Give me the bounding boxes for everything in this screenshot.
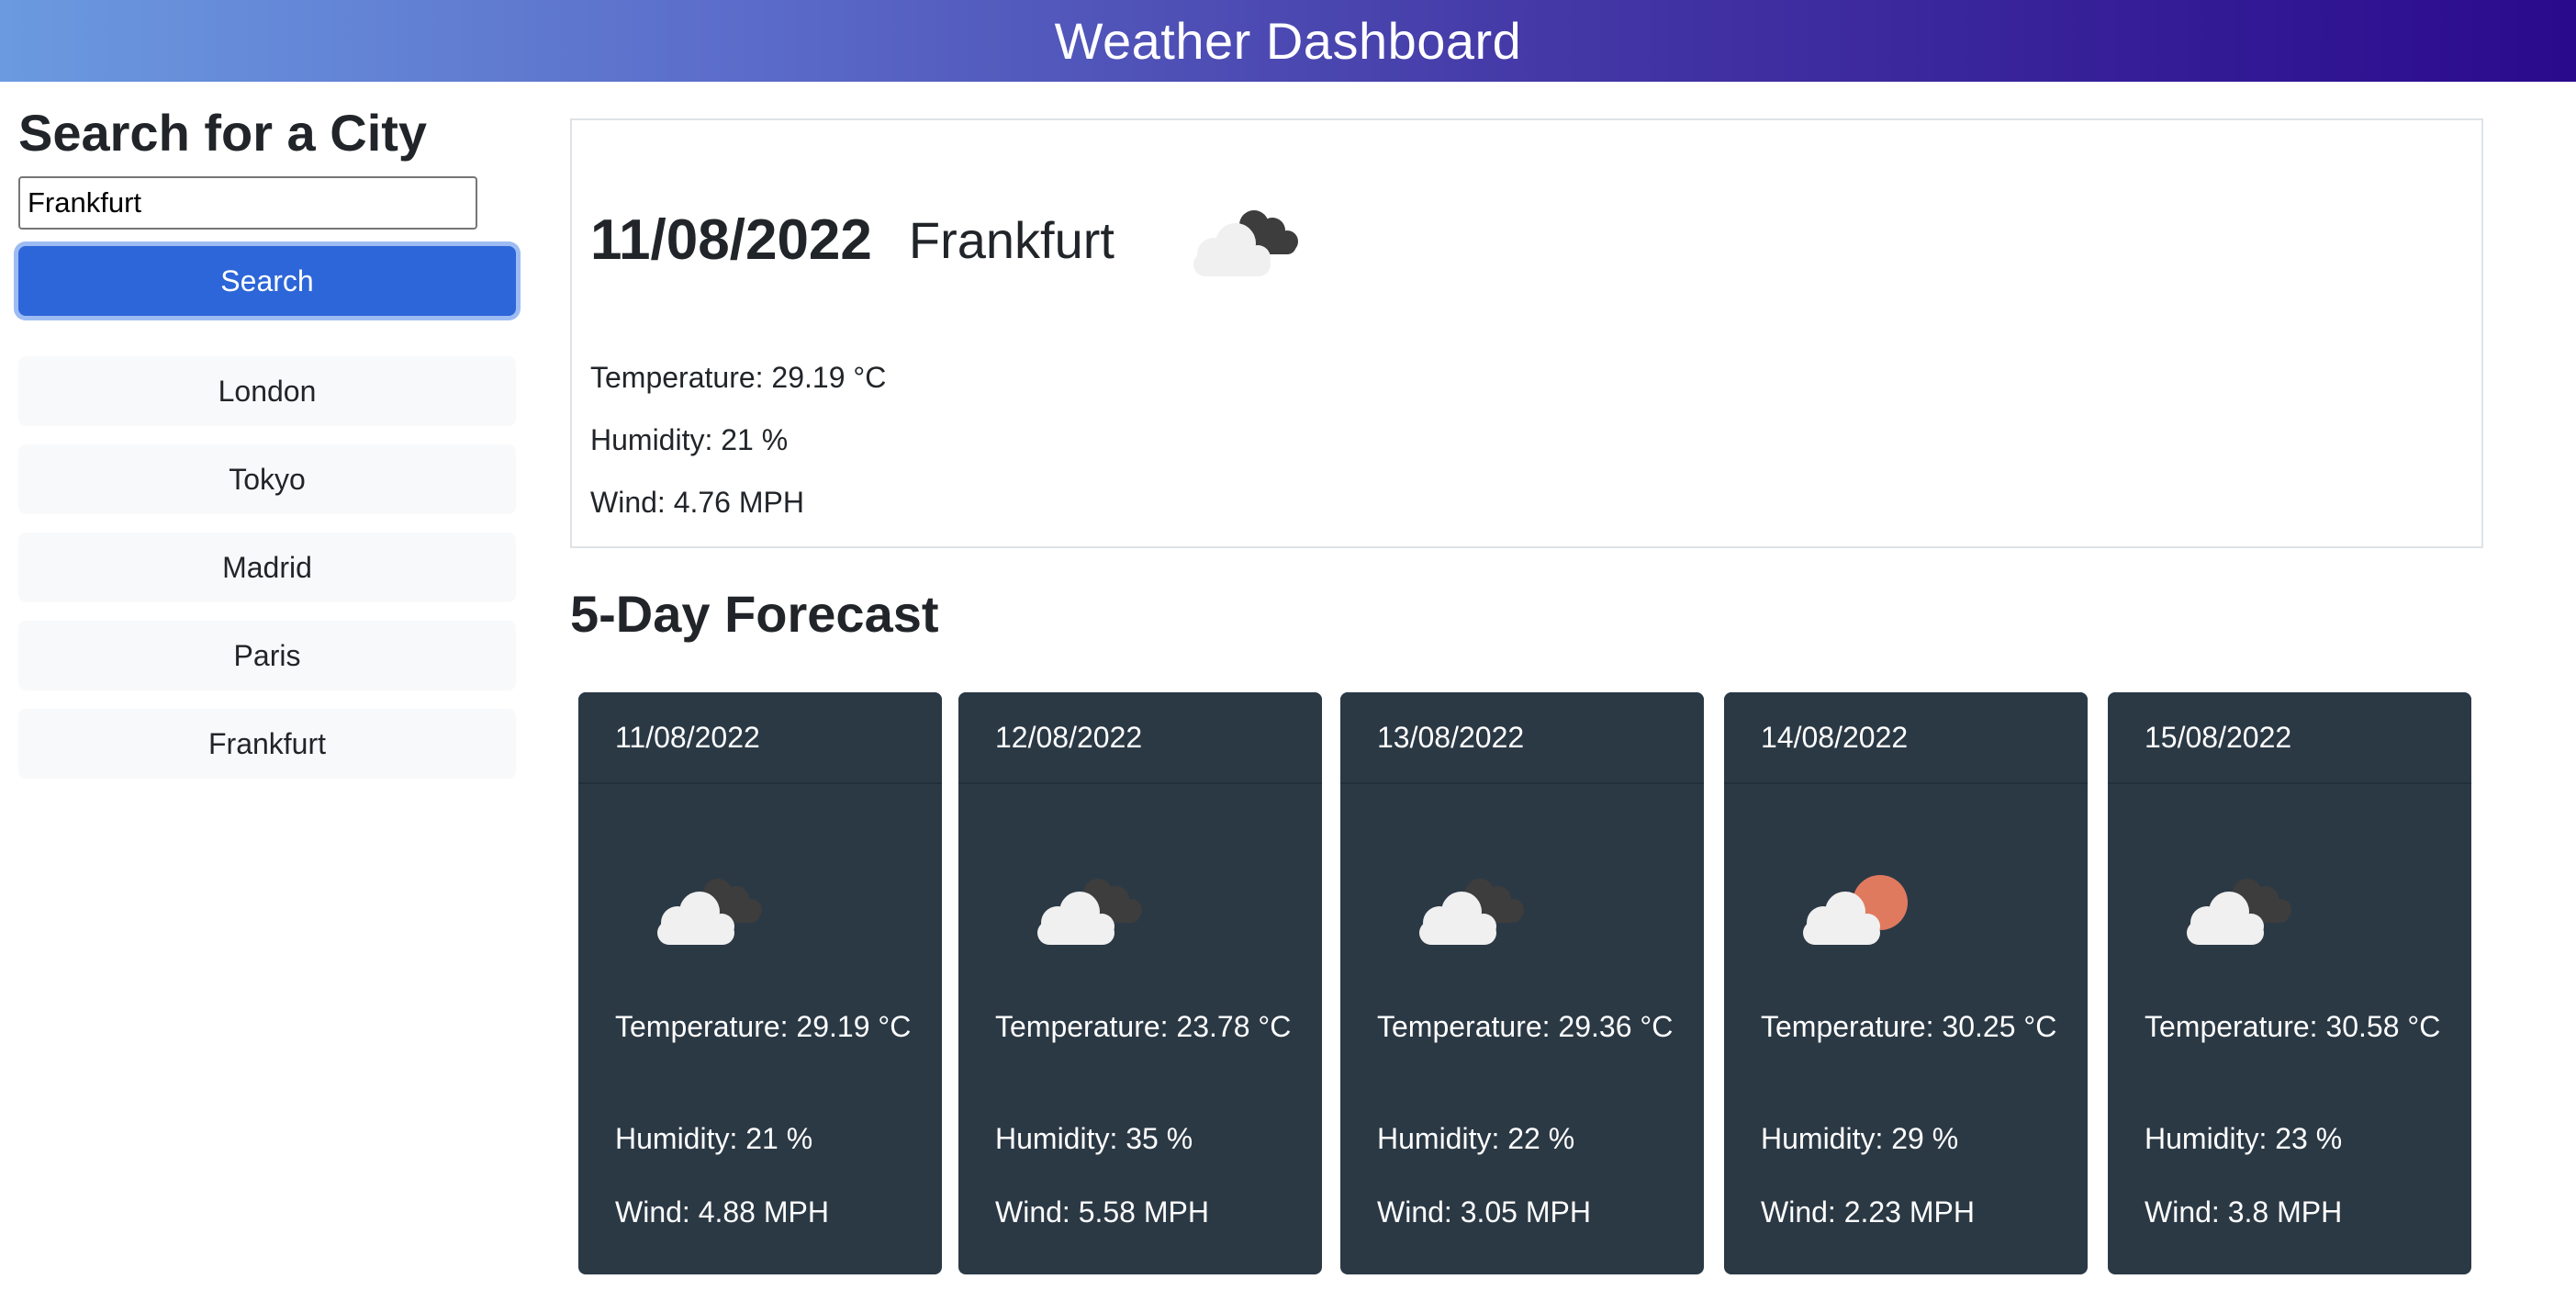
forecast-card: 12/08/2022 Temperature: 23.78 °C Humidit…	[958, 692, 1322, 1274]
history-item-frankfurt[interactable]: Frankfurt	[18, 709, 516, 779]
current-temperature: Temperature: 29.19 °C	[590, 361, 887, 394]
page-title: Weather Dashboard	[1054, 12, 1522, 70]
forecast-date: 12/08/2022	[958, 692, 1322, 784]
forecast-wind: Wind: 3.8 MPH	[2145, 1195, 2343, 1229]
forecast-date: 13/08/2022	[1340, 692, 1704, 784]
forecast-temperature: Temperature: 29.36 °C	[1377, 1010, 1674, 1043]
app-header: Weather Dashboard	[0, 0, 2576, 82]
forecast-card: 11/08/2022 Temperature: 29.19 °C Humidit…	[578, 692, 942, 1274]
forecast-date: 14/08/2022	[1724, 692, 2088, 784]
forecast-wind: Wind: 3.05 MPH	[1377, 1195, 1591, 1229]
city-search-input[interactable]	[18, 176, 477, 230]
forecast-temperature: Temperature: 30.25 °C	[1761, 1010, 2057, 1043]
search-button[interactable]: Search	[18, 246, 516, 316]
current-humidity: Humidity: 21 %	[590, 423, 789, 456]
clouds-icon	[2187, 879, 2291, 945]
forecast-humidity: Humidity: 35 %	[995, 1122, 1193, 1155]
current-date: 11/08/2022	[590, 208, 872, 272]
clouds-icon	[1193, 210, 1298, 276]
forecast-cards: 11/08/2022 Temperature: 29.19 °C Humidit…	[578, 692, 2475, 1276]
history-item-london[interactable]: London	[18, 356, 516, 426]
forecast-card: 15/08/2022 Temperature: 30.58 °C Humidit…	[2108, 692, 2471, 1274]
forecast-temperature: Temperature: 29.19 °C	[615, 1010, 912, 1043]
current-city: Frankfurt	[908, 210, 1114, 269]
history-item-tokyo[interactable]: Tokyo	[18, 444, 516, 514]
forecast-card: 13/08/2022 Temperature: 29.36 °C Humidit…	[1340, 692, 1704, 1274]
forecast-temperature: Temperature: 30.58 °C	[2145, 1010, 2441, 1043]
forecast-humidity: Humidity: 21 %	[615, 1122, 813, 1155]
current-weather-card: 11/08/2022 Frankfurt Temperature: 29.19 …	[570, 118, 2483, 548]
forecast-date: 15/08/2022	[2108, 692, 2471, 784]
clouds-icon	[657, 879, 762, 945]
history-item-madrid[interactable]: Madrid	[18, 533, 516, 602]
forecast-card: 14/08/2022 Temperature: 30.25 °C Humidit…	[1724, 692, 2088, 1274]
clouds-icon	[1419, 879, 1524, 945]
search-heading: Search for a City	[18, 104, 428, 162]
forecast-humidity: Humidity: 22 %	[1377, 1122, 1575, 1155]
forecast-temperature: Temperature: 23.78 °C	[995, 1010, 1292, 1043]
forecast-wind: Wind: 2.23 MPH	[1761, 1195, 1975, 1229]
search-history-list: London Tokyo Madrid Paris Frankfurt	[18, 356, 516, 797]
current-wind: Wind: 4.76 MPH	[590, 486, 804, 519]
current-weather-title: 11/08/2022 Frankfurt	[590, 203, 1307, 276]
history-item-paris[interactable]: Paris	[18, 621, 516, 690]
forecast-humidity: Humidity: 29 %	[1761, 1122, 1959, 1155]
forecast-wind: Wind: 5.58 MPH	[995, 1195, 1209, 1229]
forecast-wind: Wind: 4.88 MPH	[615, 1195, 829, 1229]
clouds-icon	[1037, 879, 1142, 945]
forecast-date: 11/08/2022	[578, 692, 942, 784]
partly-cloudy-icon	[1803, 875, 1908, 945]
forecast-humidity: Humidity: 23 %	[2145, 1122, 2343, 1155]
forecast-heading: 5-Day Forecast	[570, 585, 939, 643]
sidebar: Search for a City Search London Tokyo Ma…	[18, 101, 516, 779]
